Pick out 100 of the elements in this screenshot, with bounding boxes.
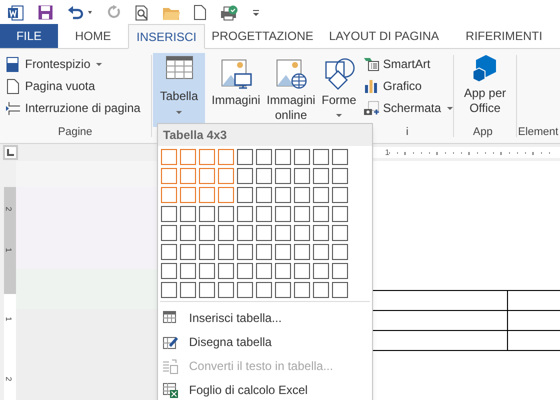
grid-cell[interactable] xyxy=(275,263,291,279)
save-icon[interactable] xyxy=(38,5,53,20)
grid-cell[interactable] xyxy=(199,187,215,203)
grid-cell[interactable] xyxy=(256,187,272,203)
grid-cell[interactable] xyxy=(180,168,196,184)
grid-cell[interactable] xyxy=(313,263,329,279)
customize-toolbar-icon[interactable] xyxy=(252,8,260,16)
grid-cell[interactable] xyxy=(313,206,329,222)
grid-cell[interactable] xyxy=(218,244,234,260)
grid-cell[interactable] xyxy=(180,149,196,165)
grid-cell[interactable] xyxy=(161,282,177,298)
grid-cell[interactable] xyxy=(199,282,215,298)
grid-cell[interactable] xyxy=(218,263,234,279)
grid-cell[interactable] xyxy=(161,168,177,184)
grid-cell[interactable] xyxy=(161,244,177,260)
menu-item[interactable]: Foglio di calcolo Excel xyxy=(158,378,372,400)
grid-cell[interactable] xyxy=(180,225,196,241)
grid-cell[interactable] xyxy=(294,263,310,279)
grid-cell[interactable] xyxy=(313,244,329,260)
grid-cell[interactable] xyxy=(161,263,177,279)
grid-cell[interactable] xyxy=(218,187,234,203)
grid-cell[interactable] xyxy=(256,263,272,279)
grid-cell[interactable] xyxy=(294,206,310,222)
grid-cell[interactable] xyxy=(237,282,253,298)
grid-cell[interactable] xyxy=(199,206,215,222)
grid-cell[interactable] xyxy=(180,263,196,279)
grid-cell[interactable] xyxy=(237,225,253,241)
menu-item[interactable]: Inserisci tabella... xyxy=(158,306,372,330)
grid-cell[interactable] xyxy=(218,149,234,165)
grid-cell[interactable] xyxy=(256,206,272,222)
grid-cell[interactable] xyxy=(237,263,253,279)
grid-cell[interactable] xyxy=(294,168,310,184)
ribbon-tab[interactable]: PROGETTAZIONE xyxy=(205,24,320,48)
grid-cell[interactable] xyxy=(294,244,310,260)
grid-cell[interactable] xyxy=(275,168,291,184)
grid-cell[interactable] xyxy=(313,168,329,184)
grid-cell[interactable] xyxy=(161,149,177,165)
grid-cell[interactable] xyxy=(332,244,348,260)
grid-cell[interactable] xyxy=(237,149,253,165)
grid-cell[interactable] xyxy=(332,263,348,279)
grid-cell[interactable] xyxy=(218,206,234,222)
ribbon-button[interactable]: Interruzione di pagina xyxy=(6,97,151,119)
grid-cell[interactable] xyxy=(199,225,215,241)
grid-cell[interactable] xyxy=(199,149,215,165)
grid-cell[interactable] xyxy=(275,206,291,222)
grid-cell[interactable] xyxy=(180,206,196,222)
grid-cell[interactable] xyxy=(275,149,291,165)
grid-cell[interactable] xyxy=(313,149,329,165)
ribbon-button[interactable]: Pagina vuota xyxy=(6,75,151,97)
grid-cell[interactable] xyxy=(313,225,329,241)
grid-cell[interactable] xyxy=(332,206,348,222)
grid-cell[interactable] xyxy=(275,244,291,260)
grid-cell[interactable] xyxy=(294,187,310,203)
undo-icon[interactable] xyxy=(67,5,93,20)
grid-cell[interactable] xyxy=(218,168,234,184)
grid-cell[interactable] xyxy=(275,187,291,203)
word-logo-icon[interactable] xyxy=(8,4,24,20)
grid-cell[interactable] xyxy=(313,282,329,298)
grid-cell[interactable] xyxy=(294,225,310,241)
grid-cell[interactable] xyxy=(237,206,253,222)
ribbon-tab[interactable]: INSERISCI xyxy=(128,24,205,49)
grid-cell[interactable] xyxy=(218,282,234,298)
ribbon-tab[interactable]: HOME xyxy=(58,24,128,48)
grid-cell[interactable] xyxy=(237,187,253,203)
grid-cell[interactable] xyxy=(332,168,348,184)
grid-cell[interactable] xyxy=(294,149,310,165)
grid-cell[interactable] xyxy=(218,225,234,241)
grid-cell[interactable] xyxy=(275,225,291,241)
ribbon-tab[interactable]: LAYOUT DI PAGINA xyxy=(320,24,448,48)
document-icon[interactable] xyxy=(194,5,206,20)
grid-cell[interactable] xyxy=(256,244,272,260)
grid-cell[interactable] xyxy=(237,244,253,260)
grid-cell[interactable] xyxy=(332,187,348,203)
file-tab[interactable]: FILE xyxy=(0,24,58,48)
ribbon-tab[interactable]: RIFERIMENTI xyxy=(448,24,560,48)
app-button[interactable]: App per Office xyxy=(457,55,513,116)
grid-cell[interactable] xyxy=(332,225,348,241)
ribbon-button[interactable]: Frontespizio xyxy=(6,53,151,75)
grid-cell[interactable] xyxy=(275,282,291,298)
grid-cell[interactable] xyxy=(256,282,272,298)
grid-cell[interactable] xyxy=(294,282,310,298)
table-button[interactable]: Tabella xyxy=(153,53,205,127)
grid-cell[interactable] xyxy=(161,225,177,241)
tab-selector[interactable] xyxy=(3,145,18,160)
printer-icon[interactable] xyxy=(220,4,238,20)
grid-cell[interactable] xyxy=(256,168,272,184)
grid-cell[interactable] xyxy=(332,149,348,165)
grid-cell[interactable] xyxy=(180,187,196,203)
grid-cell[interactable] xyxy=(199,244,215,260)
ribbon-button[interactable]: Grafico xyxy=(364,75,454,97)
grid-cell[interactable] xyxy=(256,225,272,241)
grid-cell[interactable] xyxy=(332,282,348,298)
grid-cell[interactable] xyxy=(199,263,215,279)
menu-item[interactable]: Disegna tabella xyxy=(158,330,372,354)
grid-cell[interactable] xyxy=(161,206,177,222)
grid-cell[interactable] xyxy=(313,187,329,203)
ribbon-button[interactable]: Schermata xyxy=(364,97,454,119)
grid-cell[interactable] xyxy=(180,244,196,260)
print-preview-icon[interactable] xyxy=(135,4,149,20)
grid-cell[interactable] xyxy=(237,168,253,184)
